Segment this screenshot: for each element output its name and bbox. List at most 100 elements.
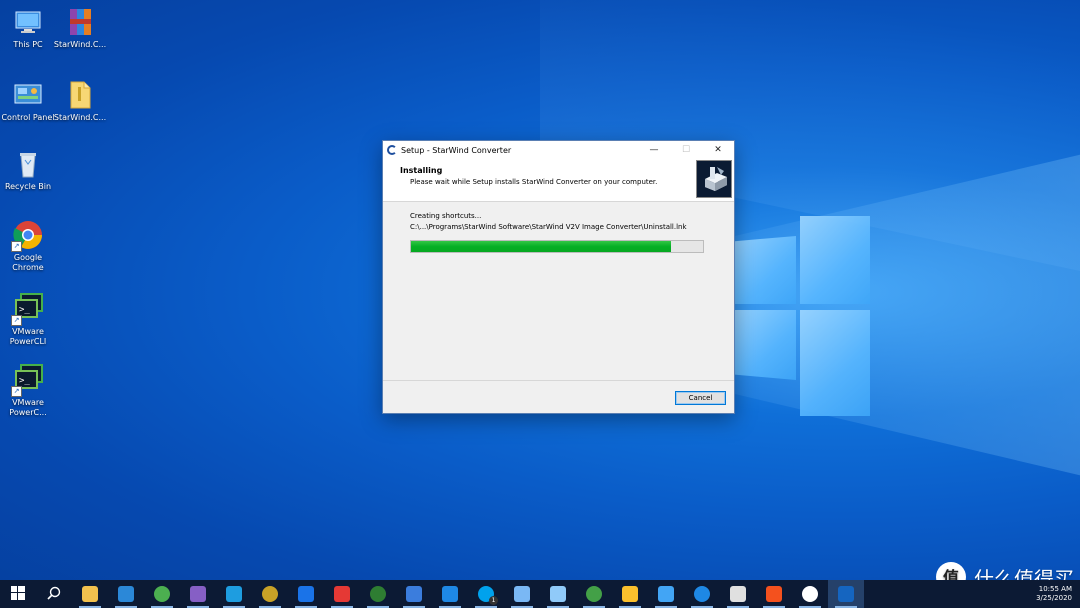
control-panel-icon bbox=[12, 79, 44, 111]
slack-icon bbox=[802, 586, 818, 602]
desktop-icon-google-chrome[interactable]: ↗ Google Chrome bbox=[0, 219, 56, 273]
clock-date: 3/25/2020 bbox=[1036, 594, 1072, 602]
window-title: Setup - StarWind Converter bbox=[401, 145, 512, 155]
swift-icon bbox=[766, 586, 782, 602]
monitor-icon bbox=[550, 586, 566, 602]
starwind-icon bbox=[838, 586, 854, 602]
pen-icon bbox=[406, 586, 422, 602]
taskbar-visual-studio[interactable] bbox=[180, 580, 216, 608]
vscode-icon bbox=[226, 586, 242, 602]
wallpaper-windows-logo bbox=[732, 216, 870, 416]
cancel-button[interactable]: Cancel bbox=[675, 391, 726, 405]
desktop-icon-starwind-folder[interactable]: StarWind.C... bbox=[52, 79, 108, 123]
desktop-icon-label: StarWind.C... bbox=[53, 40, 107, 49]
wizard-page-title: Installing bbox=[400, 166, 443, 175]
desktop-icon-starwind-archive[interactable]: StarWind.C... bbox=[52, 6, 108, 50]
star-icon bbox=[442, 586, 458, 602]
taskbar-yellow-app[interactable] bbox=[612, 580, 648, 608]
folder-icon bbox=[82, 586, 98, 602]
computer-icon bbox=[12, 6, 44, 38]
globe-icon bbox=[694, 586, 710, 602]
clock[interactable]: 10:55 AM 3/25/2020 bbox=[1036, 585, 1080, 603]
wechat-icon bbox=[586, 586, 602, 602]
desktop-icon-label: VMware PowerC... bbox=[9, 398, 47, 417]
taskbar-vscode[interactable] bbox=[216, 580, 252, 608]
shortcut-arrow-icon: ↗ bbox=[11, 315, 22, 326]
install-status-text: Creating shortcuts... bbox=[410, 212, 482, 220]
desktop-icon-recycle-bin[interactable]: Recycle Bin bbox=[0, 148, 56, 192]
desktop-icon-vmware-powercli-2[interactable]: >_ ↗ VMware PowerC... bbox=[0, 364, 56, 418]
s-logo-icon bbox=[370, 586, 386, 602]
taskbar-star-app[interactable] bbox=[432, 580, 468, 608]
clock-time: 10:55 AM bbox=[1038, 585, 1072, 593]
desktop-icon-control-panel[interactable]: Control Panel bbox=[0, 79, 56, 123]
svg-text:>_: >_ bbox=[19, 305, 30, 315]
desktop-icon-label: VMware PowerCLI bbox=[9, 327, 47, 346]
taskbar-remote-desktop[interactable] bbox=[540, 580, 576, 608]
installer-logo-icon bbox=[696, 160, 732, 198]
install-current-file: C:\...\Programs\StarWind Software\StarWi… bbox=[410, 223, 687, 231]
svg-text:>_: >_ bbox=[19, 376, 30, 386]
folder-icon bbox=[64, 79, 96, 111]
taskbar-monitor-app[interactable] bbox=[720, 580, 756, 608]
taskbar-tools[interactable] bbox=[252, 580, 288, 608]
wizard-body: Creating shortcuts... C:\...\Programs\St… bbox=[383, 202, 734, 382]
desktop-icon-vmware-powercli[interactable]: >_ ↗ VMware PowerCLI bbox=[0, 293, 56, 347]
taskbar-s-app[interactable] bbox=[360, 580, 396, 608]
taskbar-maps[interactable] bbox=[288, 580, 324, 608]
setup-window[interactable]: Setup - StarWind Converter — ☐ ✕ Install… bbox=[382, 140, 735, 414]
starwind-app-icon bbox=[387, 145, 397, 155]
taskbar-starwind-setup[interactable] bbox=[828, 580, 864, 608]
shortcut-arrow-icon: ↗ bbox=[11, 386, 22, 397]
wizard-page-subtitle: Please wait while Setup installs StarWin… bbox=[410, 178, 658, 186]
taskbar-search-button[interactable] bbox=[36, 580, 72, 608]
maximize-button: ☐ bbox=[681, 145, 691, 155]
taskbar-wechat[interactable] bbox=[576, 580, 612, 608]
shortcut-arrow-icon: ↗ bbox=[11, 241, 22, 252]
cloud-icon bbox=[658, 586, 674, 602]
minimize-button[interactable]: — bbox=[638, 141, 670, 159]
taskbar-badge: 1 bbox=[489, 596, 498, 605]
feather-icon bbox=[514, 586, 530, 602]
taskbar: 1 10:55 AM 3/25/2020 bbox=[0, 580, 1080, 608]
wizard-footer: Cancel bbox=[383, 380, 734, 413]
taskbar-feather-app[interactable] bbox=[504, 580, 540, 608]
taskbar-swift-app[interactable] bbox=[756, 580, 792, 608]
desktop-icon-label: StarWind.C... bbox=[53, 113, 107, 122]
location-pin-icon bbox=[298, 586, 314, 602]
chrome-icon bbox=[154, 586, 170, 602]
tools-icon bbox=[262, 586, 278, 602]
circle-app-icon bbox=[622, 586, 638, 602]
taskbar-photos-app[interactable] bbox=[324, 580, 360, 608]
screen-icon bbox=[730, 586, 746, 602]
install-progress-bar bbox=[410, 240, 704, 253]
taskbar-mail[interactable] bbox=[108, 580, 144, 608]
desktop-icon-label: This PC bbox=[13, 40, 43, 49]
taskbar-skype[interactable]: 1 bbox=[468, 580, 504, 608]
taskbar-cloud-app[interactable] bbox=[648, 580, 684, 608]
taskbar-file-explorer[interactable] bbox=[72, 580, 108, 608]
taskbar-apps: 1 bbox=[0, 580, 864, 608]
window-titlebar[interactable]: Setup - StarWind Converter — ☐ ✕ bbox=[383, 141, 734, 159]
taskbar-slack[interactable] bbox=[792, 580, 828, 608]
chrome-icon: ↗ bbox=[11, 219, 44, 252]
desktop-icon-this-pc[interactable]: This PC bbox=[0, 6, 56, 50]
desktop-icon-label: Google Chrome bbox=[12, 253, 44, 272]
windows-icon bbox=[11, 585, 25, 604]
taskbar-start-button[interactable] bbox=[0, 580, 36, 608]
archive-icon bbox=[64, 6, 96, 38]
visual-studio-icon bbox=[190, 586, 206, 602]
close-button[interactable]: ✕ bbox=[702, 141, 734, 159]
desktop-icon-label: Recycle Bin bbox=[4, 182, 52, 191]
wizard-header: Installing Please wait while Setup insta… bbox=[383, 159, 734, 202]
powercli-icon: >_ ↗ bbox=[11, 364, 44, 397]
taskbar-editor-app[interactable] bbox=[396, 580, 432, 608]
taskbar-chrome[interactable] bbox=[144, 580, 180, 608]
desktop-icon-label: Control Panel bbox=[1, 113, 55, 122]
grid-app-icon bbox=[334, 586, 350, 602]
mail-icon bbox=[118, 586, 134, 602]
taskbar-globe-app[interactable] bbox=[684, 580, 720, 608]
recycle-bin-icon bbox=[12, 148, 44, 180]
search-icon bbox=[47, 585, 61, 604]
powercli-icon: >_ ↗ bbox=[11, 293, 44, 326]
